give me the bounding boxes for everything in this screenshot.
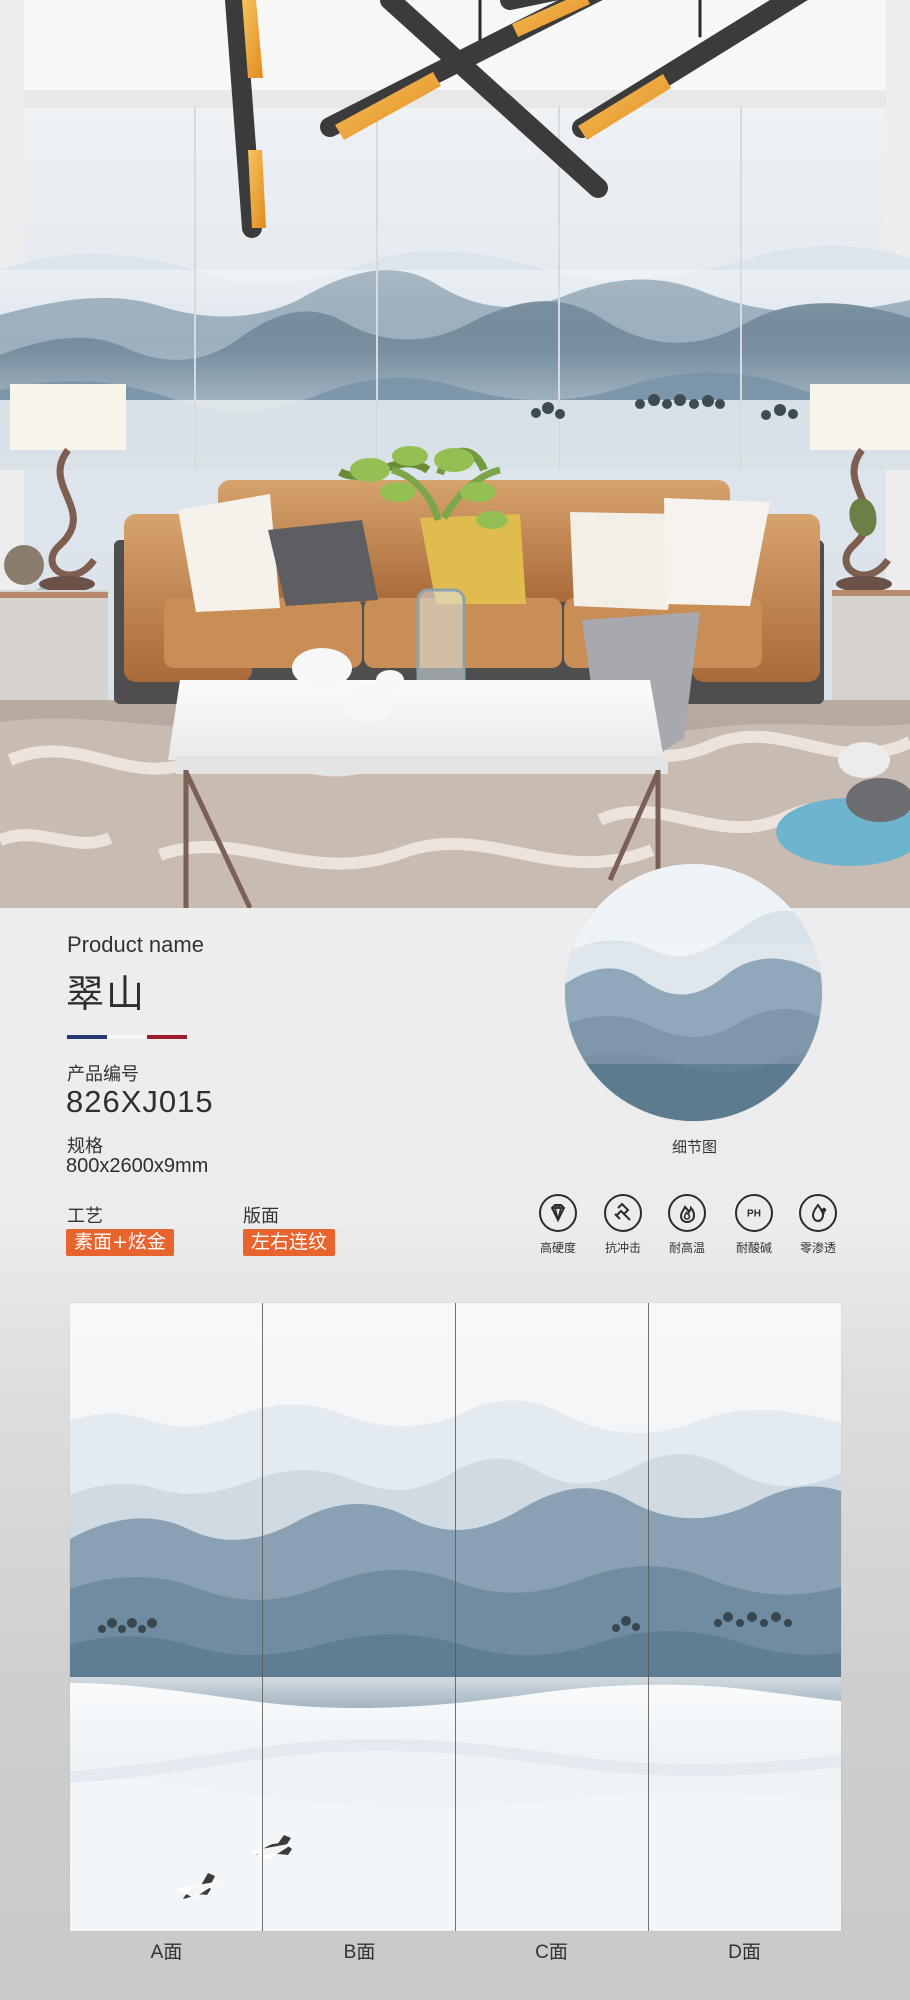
panel-label-a: A面: [150, 1942, 183, 1963]
ph-icon-graphic: PH: [747, 1209, 761, 1220]
diamond-icon-graphic: [550, 1204, 566, 1223]
feature-item: 零渗透: [786, 1194, 850, 1274]
panel-label-d: D面: [728, 1942, 761, 1963]
feature-label: 零渗透: [799, 1241, 836, 1255]
panel-divider: [455, 1303, 456, 1931]
flame-icon: [668, 1194, 706, 1232]
detail-landscape: [565, 864, 822, 1121]
craft-label: 工艺: [67, 1206, 103, 1227]
detail-image: [565, 864, 822, 1121]
product-name: 翠山: [66, 972, 147, 1016]
spec-value: 800x2600x9mm: [66, 1155, 209, 1177]
accent-stripe-red: [147, 1035, 187, 1039]
product-page: Product name 翠山 产品编号 826XJ015 规格 800x260…: [0, 0, 910, 2000]
panel-divider: [648, 1303, 649, 1931]
hero-interior-image: [0, 0, 910, 908]
layout-badge: 左右连纹: [243, 1229, 336, 1256]
layout-label: 版面: [243, 1206, 279, 1227]
feature-item: 高硬度: [526, 1194, 590, 1274]
craft-badge: 素面+炫金: [66, 1229, 174, 1256]
feature-label: 耐高温: [668, 1241, 705, 1255]
feature-label: 耐酸碱: [735, 1241, 772, 1255]
ph-icon: PH: [735, 1194, 773, 1232]
panel-divider: [262, 1303, 263, 1931]
panel-label-c: C面: [535, 1942, 568, 1963]
hammer-icon: [604, 1194, 642, 1232]
product-info: Product name 翠山 产品编号 826XJ015 规格 800x260…: [0, 864, 910, 1298]
flame-icon-graphic: [679, 1205, 696, 1224]
feature-item: PH 耐酸碱: [722, 1194, 786, 1274]
accent-stripe-blue: [67, 1035, 107, 1039]
feature-item: 耐高温: [655, 1194, 719, 1274]
product-code: 826XJ015: [66, 1084, 214, 1119]
droplet-icon: [799, 1194, 837, 1232]
diamond-icon: [539, 1194, 577, 1232]
panel-label-b: B面: [343, 1942, 376, 1963]
feature-label: 抗冲击: [604, 1241, 641, 1255]
detail-caption: 细节图: [672, 1138, 718, 1156]
panel-layout-image: [70, 1303, 841, 1931]
feature-label: 高硬度: [539, 1241, 576, 1255]
product-code-label: 产品编号: [67, 1064, 139, 1085]
hero-scene: [0, 0, 910, 908]
hammer-icon-graphic: [614, 1202, 631, 1221]
feature-item: 抗冲击: [591, 1194, 655, 1274]
accent-stripe: [67, 1035, 187, 1039]
droplet-icon-graphic: [811, 1203, 827, 1223]
accent-stripe-white: [107, 1035, 147, 1039]
product-name-label: Product name: [67, 932, 204, 957]
svg-text:PH: PH: [747, 1209, 761, 1220]
